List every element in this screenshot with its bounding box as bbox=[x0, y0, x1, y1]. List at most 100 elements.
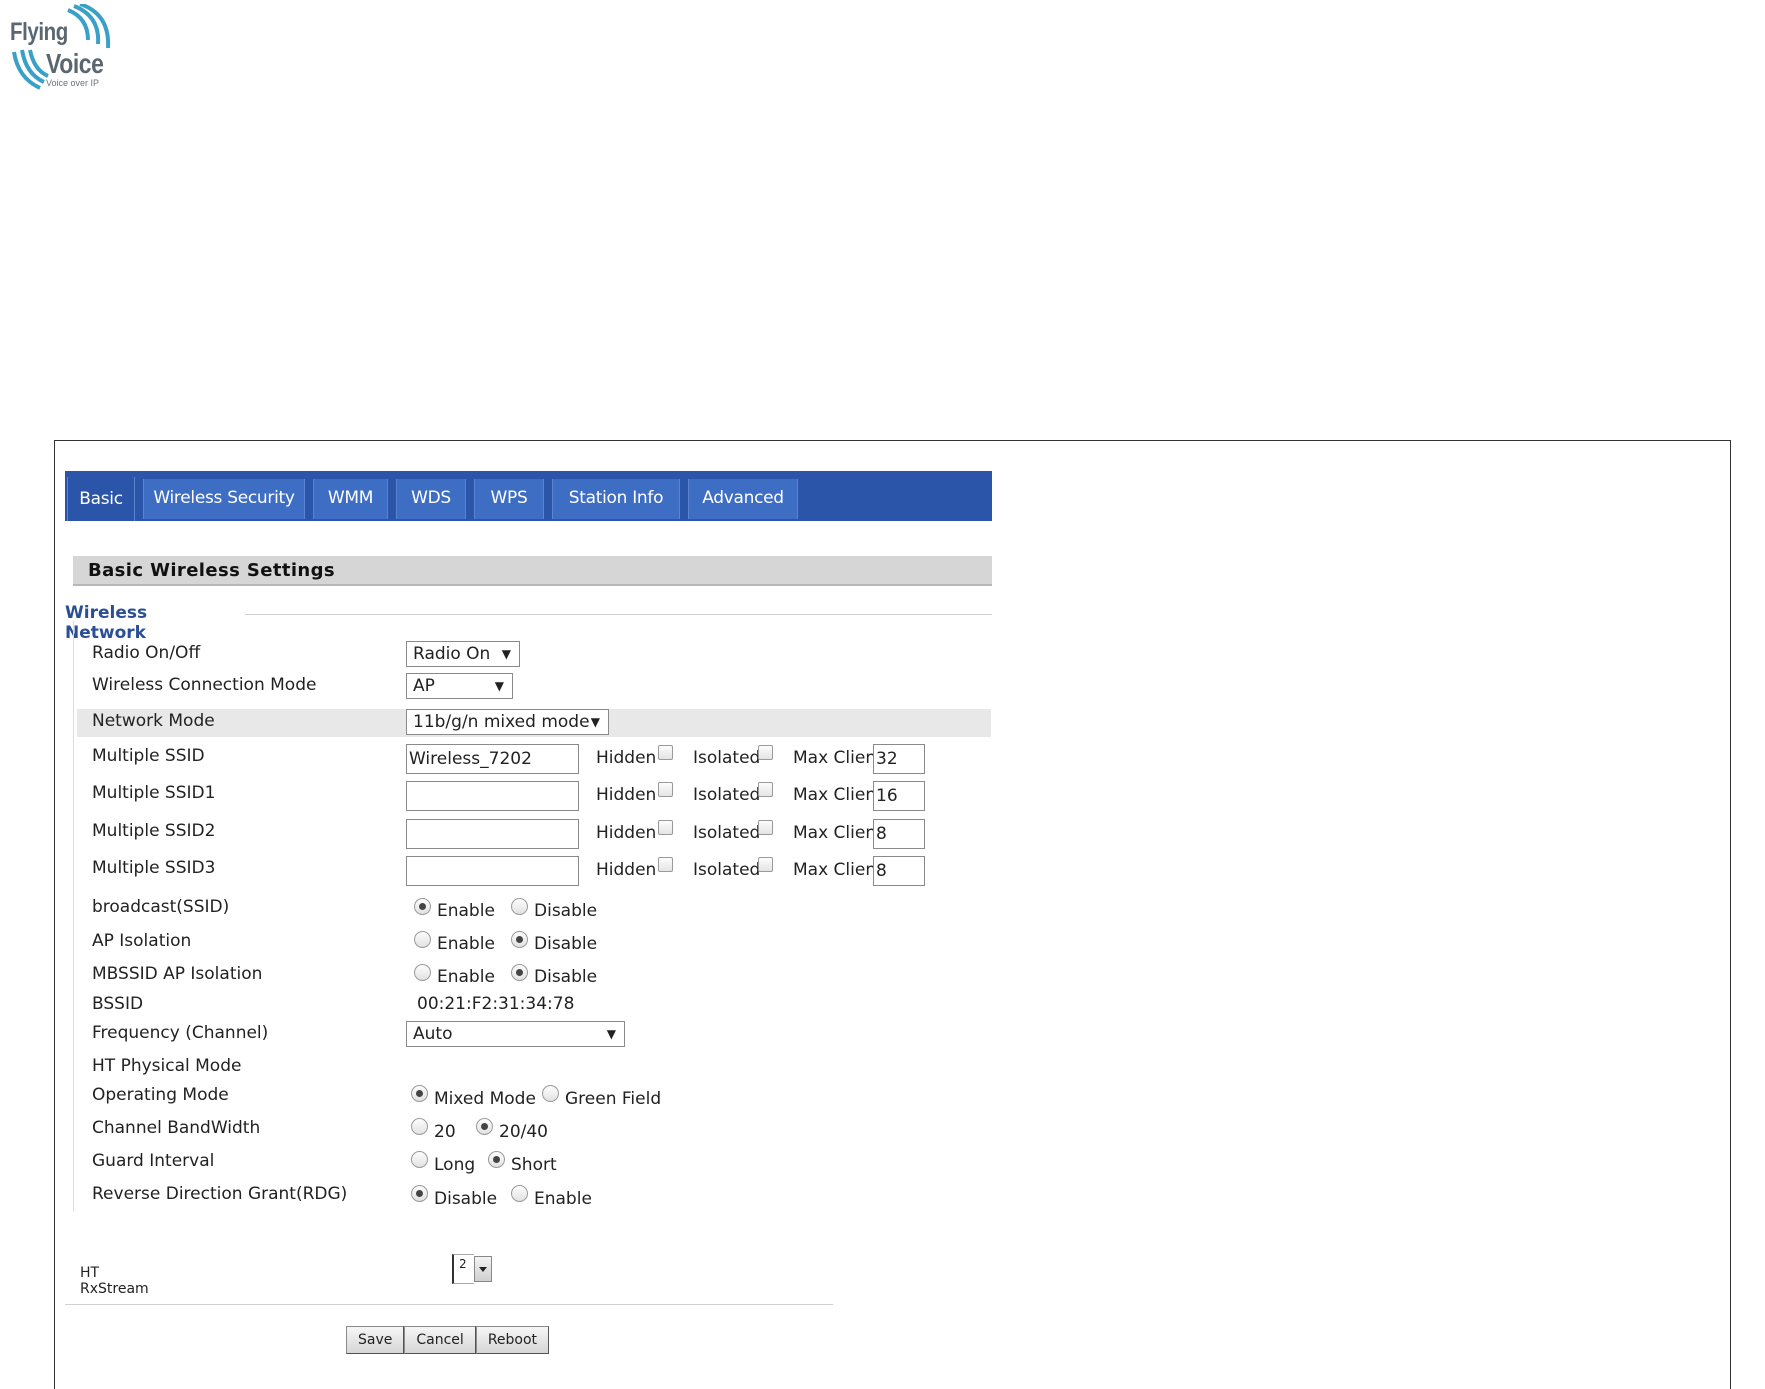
logo-tagline: Voice over IP bbox=[46, 78, 100, 88]
hidden-checkbox[interactable] bbox=[658, 857, 673, 872]
logo-word-voice: Voice bbox=[46, 48, 104, 79]
ap-isolation-label: AP Isolation bbox=[92, 931, 192, 951]
guard-interval-long-radio[interactable] bbox=[411, 1151, 428, 1168]
hidden-label: Hidden bbox=[596, 860, 657, 880]
max-client-label: Max Client bbox=[793, 823, 883, 843]
hidden-checkbox[interactable] bbox=[658, 782, 673, 797]
max-client-input[interactable]: 8 bbox=[873, 819, 925, 849]
ssid-input[interactable]: Wireless_7202 bbox=[406, 744, 579, 774]
max-client-label: Max Client bbox=[793, 748, 883, 768]
bandwidth-label: Channel BandWidth bbox=[92, 1118, 261, 1138]
ht-rxstream-select[interactable]: 2 bbox=[452, 1254, 496, 1284]
ht-rxstream-label: HT RxStream bbox=[80, 1265, 149, 1297]
max-client-input[interactable]: 32 bbox=[873, 744, 925, 774]
hidden-checkbox[interactable] bbox=[658, 745, 673, 760]
tab-wds[interactable]: WDS bbox=[396, 479, 466, 519]
dropdown-arrow-icon: ▼ bbox=[606, 1027, 616, 1041]
dropdown-arrow-icon: ▼ bbox=[501, 647, 511, 661]
mbssid-isolation-enable-radio[interactable] bbox=[414, 964, 431, 981]
action-buttons: Save Cancel Reboot bbox=[346, 1326, 550, 1354]
broadcast-disable-radio[interactable] bbox=[511, 898, 528, 915]
tab-wps[interactable]: WPS bbox=[474, 479, 544, 519]
network-mode-select[interactable]: 11b/g/n mixed mode ▼ bbox=[406, 709, 609, 735]
operating-mode-greenfield-radio[interactable] bbox=[542, 1085, 559, 1102]
ap-isolation-enable-label: Enable bbox=[437, 934, 495, 954]
fieldset-left-border bbox=[73, 621, 74, 1233]
radio-onoff-label: Radio On/Off bbox=[92, 643, 201, 663]
tab-advanced[interactable]: Advanced bbox=[688, 479, 798, 519]
rdg-enable-radio[interactable] bbox=[511, 1185, 528, 1202]
isolated-checkbox[interactable] bbox=[758, 820, 773, 835]
radio-onoff-value: Radio On bbox=[413, 644, 491, 664]
operating-mode-mixed-radio[interactable] bbox=[411, 1085, 428, 1102]
ssid-label: Multiple SSID1 bbox=[92, 783, 216, 803]
isolated-label: Isolated bbox=[693, 785, 761, 805]
ssid2-input[interactable] bbox=[406, 819, 579, 849]
guard-interval-long-label: Long bbox=[434, 1155, 476, 1175]
hidden-checkbox[interactable] bbox=[658, 820, 673, 835]
section-title: Basic Wireless Settings bbox=[88, 560, 336, 581]
tab-station-info[interactable]: Station Info bbox=[552, 479, 680, 519]
hidden-label: Hidden bbox=[596, 823, 657, 843]
conn-mode-select[interactable]: AP ▼ bbox=[406, 673, 513, 699]
operating-mode-mixed-label: Mixed Mode bbox=[434, 1089, 536, 1109]
ht-rxstream-value: 2 bbox=[452, 1254, 474, 1284]
isolated-checkbox[interactable] bbox=[758, 782, 773, 797]
operating-mode-label: Operating Mode bbox=[92, 1085, 229, 1105]
frequency-select[interactable]: Auto ▼ bbox=[406, 1021, 625, 1047]
bssid-value: 00:21:F2:31:34:78 bbox=[417, 994, 575, 1014]
fieldset-divider bbox=[245, 614, 992, 615]
section-header: Basic Wireless Settings bbox=[73, 556, 992, 586]
bandwidth-2040-radio[interactable] bbox=[476, 1118, 493, 1135]
ssid1-input[interactable] bbox=[406, 781, 579, 811]
guard-interval-label: Guard Interval bbox=[92, 1151, 215, 1171]
mbssid-isolation-label: MBSSID AP Isolation bbox=[92, 964, 263, 984]
bandwidth-20-radio[interactable] bbox=[411, 1118, 428, 1135]
ap-isolation-disable-radio[interactable] bbox=[511, 931, 528, 948]
isolated-label: Isolated bbox=[693, 860, 761, 880]
ap-isolation-enable-radio[interactable] bbox=[414, 931, 431, 948]
frequency-value: Auto bbox=[413, 1024, 453, 1044]
mbssid-isolation-enable-label: Enable bbox=[437, 967, 495, 987]
conn-mode-label: Wireless Connection Mode bbox=[92, 675, 317, 695]
rdg-disable-label: Disable bbox=[434, 1189, 498, 1209]
cancel-button[interactable]: Cancel bbox=[404, 1326, 476, 1354]
ap-isolation-disable-label: Disable bbox=[534, 934, 598, 954]
isolated-label: Isolated bbox=[693, 823, 761, 843]
tab-bar: Basic Wireless Security WMM WDS WPS Stat… bbox=[65, 471, 992, 521]
ssid-label: Multiple SSID bbox=[92, 746, 205, 766]
bandwidth-20-label: 20 bbox=[434, 1122, 456, 1142]
tab-wmm[interactable]: WMM bbox=[313, 479, 388, 519]
form-divider bbox=[65, 1304, 833, 1305]
ht-physical-mode-label: HT Physical Mode bbox=[92, 1056, 242, 1076]
save-button[interactable]: Save bbox=[346, 1326, 405, 1354]
hidden-label: Hidden bbox=[596, 785, 657, 805]
broadcast-enable-radio[interactable] bbox=[414, 898, 431, 915]
ssid-label: Multiple SSID3 bbox=[92, 858, 216, 878]
rdg-disable-radio[interactable] bbox=[411, 1185, 428, 1202]
screenshot-crop-mask bbox=[65, 1211, 1065, 1235]
mbssid-isolation-disable-label: Disable bbox=[534, 967, 598, 987]
max-client-input[interactable]: 16 bbox=[873, 781, 925, 811]
mbssid-isolation-disable-radio[interactable] bbox=[511, 964, 528, 981]
network-mode-value: 11b/g/n mixed mode bbox=[413, 712, 590, 732]
isolated-checkbox[interactable] bbox=[758, 745, 773, 760]
broadcast-disable-label: Disable bbox=[534, 901, 598, 921]
ssid3-input[interactable] bbox=[406, 856, 579, 886]
bandwidth-2040-label: 20/40 bbox=[499, 1122, 548, 1142]
conn-mode-value: AP bbox=[413, 676, 435, 696]
frequency-label: Frequency (Channel) bbox=[92, 1023, 269, 1043]
max-client-input[interactable]: 8 bbox=[873, 856, 925, 886]
radio-onoff-select[interactable]: Radio On ▼ bbox=[406, 641, 520, 667]
flyingvoice-logo: Flying Voice Voice over IP bbox=[10, 4, 125, 92]
guard-interval-short-radio[interactable] bbox=[488, 1151, 505, 1168]
logo-word-flying: Flying bbox=[10, 18, 68, 46]
isolated-checkbox[interactable] bbox=[758, 857, 773, 872]
dropdown-arrow-icon bbox=[474, 1256, 492, 1282]
hidden-label: Hidden bbox=[596, 748, 657, 768]
reboot-button[interactable]: Reboot bbox=[475, 1326, 550, 1354]
tab-basic[interactable]: Basic bbox=[67, 477, 135, 521]
tab-wireless-security[interactable]: Wireless Security bbox=[143, 479, 305, 519]
bssid-label: BSSID bbox=[92, 994, 144, 1014]
rdg-label: Reverse Direction Grant(RDG) bbox=[92, 1184, 348, 1204]
